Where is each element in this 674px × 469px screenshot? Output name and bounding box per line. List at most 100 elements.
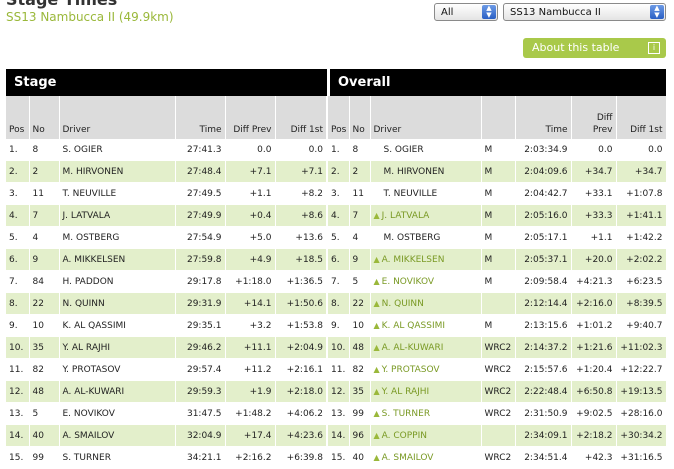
page-title: Stage Times — [6, 0, 117, 9]
stage-no: 11 — [29, 182, 60, 205]
stage-diff-prev: +1.1 — [225, 182, 276, 205]
overall-driver[interactable]: J. LATVALA — [382, 211, 430, 221]
overall-driver[interactable]: Y. AL RAJHI — [382, 387, 430, 397]
position-up-arrow-icon: ▲ — [373, 408, 380, 418]
overall-time: 2:34:51.4 — [515, 446, 572, 469]
col-overall-time[interactable]: Time — [515, 96, 572, 139]
stage-time: 29:59.3 — [175, 380, 226, 403]
col-overall-class — [481, 96, 516, 139]
table-row[interactable]: 9. 10 K. AL QASSIMI 29:35.1 +3.2 +1:53.8 9. 10 ▲… — [6, 314, 667, 337]
table-row[interactable]: 10. 35 Y. AL RAJHI 29:46.2 +11.1 +2:04.9 10. 48… — [6, 336, 667, 359]
col-diff-1st[interactable]: Diff 1st — [275, 96, 328, 139]
overall-driver[interactable]: K. AL QASSIMI — [382, 321, 445, 331]
position-up-arrow-icon: ▲ — [373, 342, 380, 352]
stage-time: 31:47.5 — [175, 402, 226, 425]
col-overall-diff-prev[interactable]: Diff Prev — [571, 96, 617, 139]
overall-driver-cell: ▲ A. COPPIN — [370, 424, 482, 447]
stage-diff-1st: +4:23.6 — [275, 424, 328, 447]
table-row[interactable]: 11. 82 Y. PROTASOV 29:57.4 +11.2 +2:16.1 11. 82… — [6, 358, 667, 381]
table-row[interactable]: 7. 84 H. PADDON 29:17.8 +1:18.0 +1:36.5 7. 5 ▲ E.… — [6, 270, 667, 293]
overall-class: M — [481, 314, 516, 337]
overall-section-header: Overall — [330, 69, 666, 96]
overall-driver-cell: ▲ N. QUINN — [370, 292, 482, 315]
overall-diff-1st: +11:02.3 — [616, 336, 667, 359]
stage-filter-select[interactable]: SS13 Nambucca II ▲ ▼ — [503, 3, 666, 21]
stage-time: 27:49.5 — [175, 182, 226, 205]
stage-diff-prev: +5.0 — [225, 226, 276, 249]
overall-pos: 8. — [326, 292, 350, 315]
col-no[interactable]: No — [29, 96, 60, 139]
overall-no: 10 — [349, 314, 371, 337]
col-time[interactable]: Time — [175, 96, 226, 139]
table-row[interactable]: 1. 8 S. OGIER 27:41.3 0.0 0.0 1. 8 S. OGIER M 2:03… — [6, 139, 667, 161]
overall-driver[interactable]: A. SMAILOV — [382, 453, 434, 463]
stage-pos: 14. — [6, 424, 30, 447]
overall-pos: 12. — [326, 380, 350, 403]
stage-no: 5 — [29, 402, 60, 425]
stage-diff-1st: +7.1 — [275, 160, 328, 183]
table-row[interactable]: 13. 5 E. NOVIKOV 31:47.5 +1:48.2 +4:06.2 13. 99… — [6, 402, 667, 425]
table-row[interactable]: 8. 22 N. QUINN 29:31.9 +14.1 +1:50.6 8. 22 ▲ N. Q… — [6, 292, 667, 315]
stage-no: 22 — [29, 292, 60, 315]
col-diff-prev[interactable]: Diff Prev — [225, 96, 276, 139]
stage-driver: H. PADDON — [59, 270, 176, 293]
table-row[interactable]: 4. 7 J. LATVALA 27:49.9 +0.4 +8.6 4. 7 ▲ J. LATVA… — [6, 204, 667, 227]
overall-driver[interactable]: M. OSTBERG — [384, 233, 441, 243]
col-driver[interactable]: Driver — [59, 96, 176, 139]
overall-driver[interactable]: Y. PROTASOV — [382, 365, 440, 375]
overall-pos: 9. — [326, 314, 350, 337]
stage-pos: 3. — [6, 182, 30, 205]
stage-driver: Y. AL RAJHI — [59, 336, 176, 359]
stage-diff-1st: +6:39.8 — [275, 446, 328, 469]
col-overall-pos[interactable]: Pos — [326, 96, 350, 139]
overall-diff-prev: +34.7 — [571, 160, 617, 183]
overall-pos: 7. — [326, 270, 350, 293]
overall-no: 5 — [349, 270, 371, 293]
col-pos[interactable]: Pos — [6, 96, 30, 139]
table-row[interactable]: 6. 9 A. MIKKELSEN 27:59.8 +4.9 +18.5 6. 9 ▲ A. MI… — [6, 248, 667, 271]
overall-no: 48 — [349, 336, 371, 359]
overall-diff-1st: +12:22.7 — [616, 358, 667, 381]
overall-driver[interactable]: T. NEUVILLE — [384, 189, 438, 199]
overall-diff-1st: +34.7 — [616, 160, 667, 183]
stage-no: 48 — [29, 380, 60, 403]
stage-diff-1st: +4:06.2 — [275, 402, 328, 425]
overall-class: M — [481, 182, 516, 205]
overall-driver[interactable]: A. MIKKELSEN — [382, 255, 445, 265]
col-overall-driver[interactable]: Driver — [370, 96, 482, 139]
overall-driver[interactable]: S. OGIER — [384, 145, 424, 155]
stage-diff-1st: +1:36.5 — [275, 270, 328, 293]
table-row[interactable]: 15. 99 S. TURNER 34:21.1 +2:16.2 +6:39.8 15. 40… — [6, 446, 667, 469]
overall-class: M — [481, 270, 516, 293]
table-row[interactable]: 3. 11 T. NEUVILLE 27:49.5 +1.1 +8.2 3. 11 T. NEU… — [6, 182, 667, 205]
stage-time: 32:04.9 — [175, 424, 226, 447]
stage-diff-prev: +1.9 — [225, 380, 276, 403]
stage-no: 40 — [29, 424, 60, 447]
col-overall-no[interactable]: No — [349, 96, 371, 139]
stage-filter-value: SS13 Nambucca II — [510, 7, 601, 18]
overall-driver[interactable]: A. COPPIN — [382, 431, 427, 441]
stage-pos: 2. — [6, 160, 30, 183]
overall-time: 2:03:34.9 — [515, 139, 572, 161]
table-row[interactable]: 12. 48 A. AL-KUWARI 29:59.3 +1.9 +2:18.0 12. 35… — [6, 380, 667, 403]
stage-pos: 15. — [6, 446, 30, 469]
overall-class: M — [481, 139, 516, 161]
overall-no: 4 — [349, 226, 371, 249]
overall-driver[interactable]: M. HIRVONEN — [384, 167, 445, 177]
about-table-button[interactable]: About this table i — [523, 38, 666, 58]
table-row[interactable]: 5. 4 M. OSTBERG 27:54.9 +5.0 +13.6 5. 4 M. OSTBE… — [6, 226, 667, 249]
overall-driver[interactable]: A. AL-KUWARI — [382, 343, 444, 353]
overall-diff-prev: +42.3 — [571, 446, 617, 469]
overall-driver[interactable]: S. TURNER — [382, 409, 430, 419]
stage-driver: Y. PROTASOV — [59, 358, 176, 381]
stage-time: 29:17.8 — [175, 270, 226, 293]
table-row[interactable]: 2. 2 M. HIRVONEN 27:48.4 +7.1 +7.1 2. 2 M. HIRVO… — [6, 160, 667, 183]
col-overall-diff-1st[interactable]: Diff 1st — [616, 96, 667, 139]
stage-driver: T. NEUVILLE — [59, 182, 176, 205]
stage-no: 84 — [29, 270, 60, 293]
stage-diff-1st: +1:50.6 — [275, 292, 328, 315]
overall-driver[interactable]: E. NOVIKOV — [382, 277, 434, 287]
overall-driver[interactable]: N. QUINN — [382, 299, 424, 309]
class-filter-select[interactable]: All ▲ ▼ — [434, 3, 498, 21]
table-row[interactable]: 14. 40 A. SMAILOV 32:04.9 +17.4 +4:23.6 14. 96 ▲… — [6, 424, 667, 447]
